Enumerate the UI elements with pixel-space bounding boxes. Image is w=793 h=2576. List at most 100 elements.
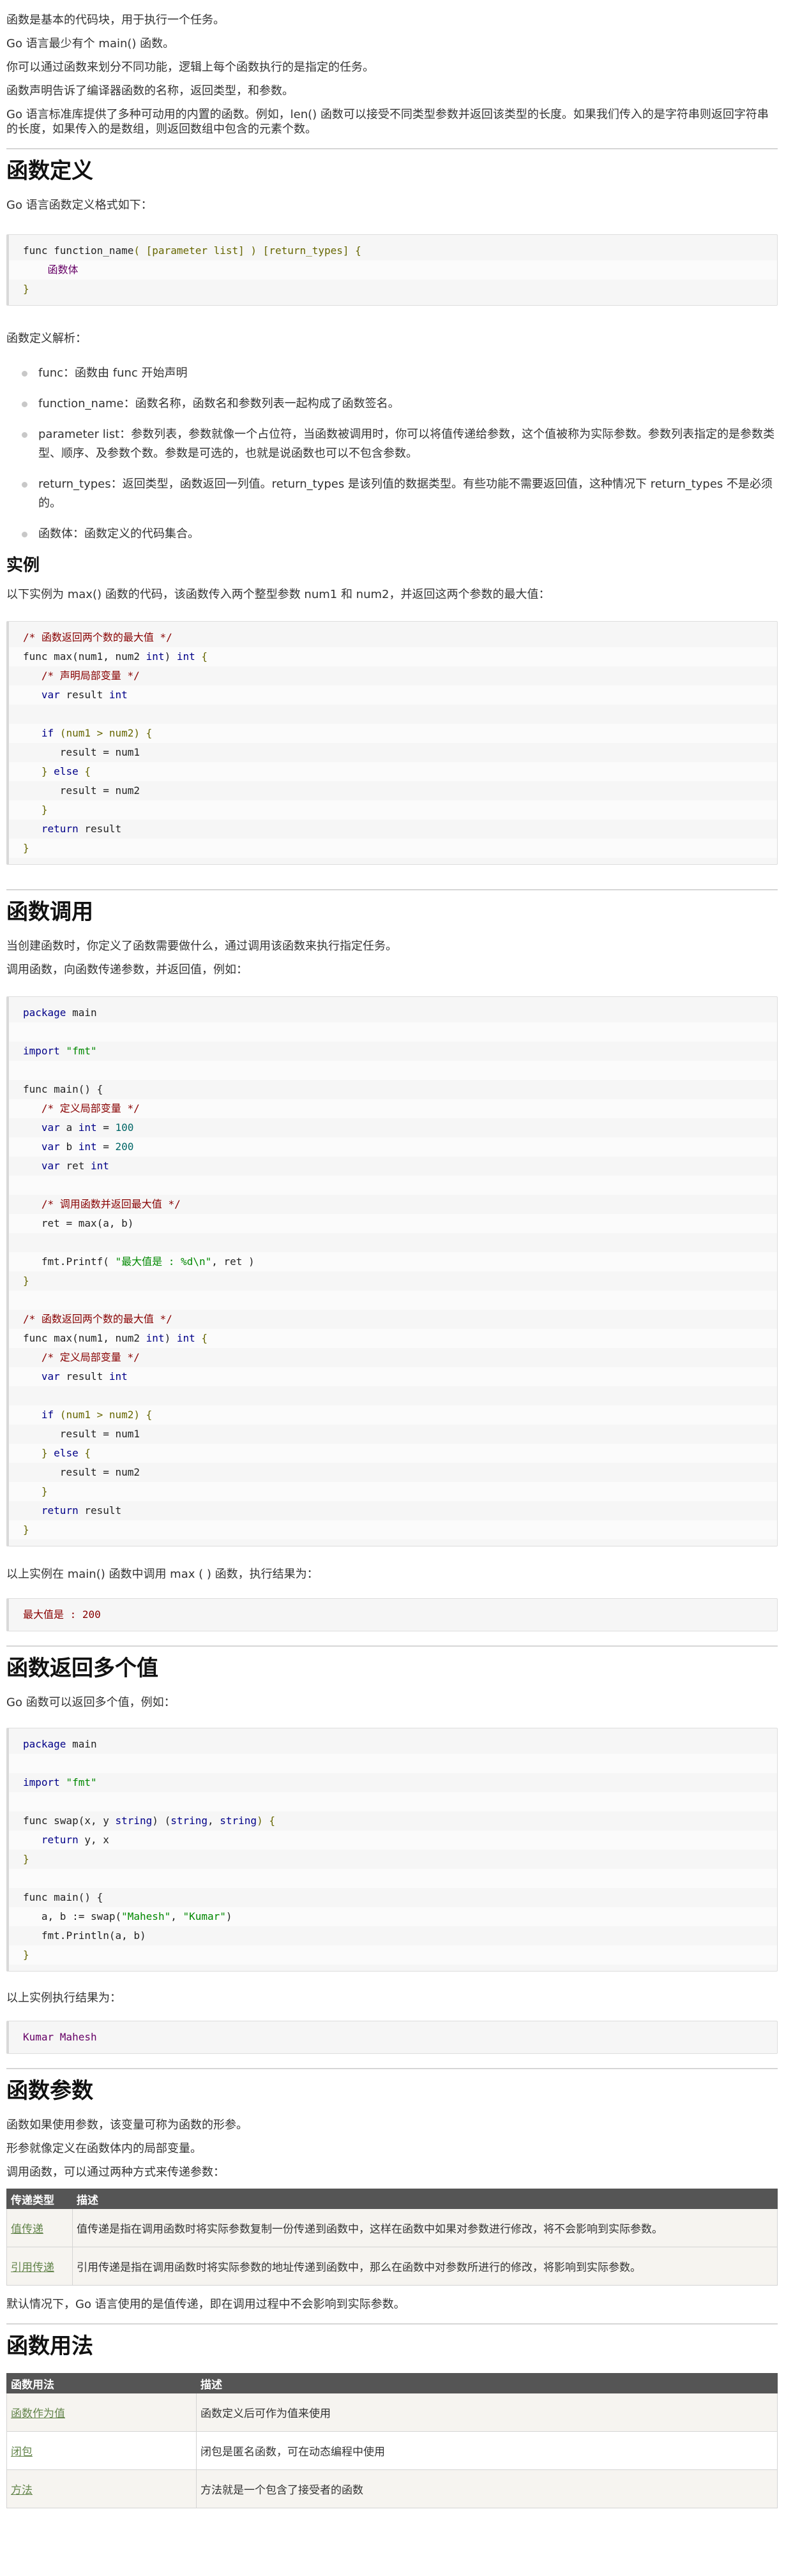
code-token: func swap(x, y [23,1815,116,1827]
code-line: func swap(x, y string) (string, string) … [9,1811,777,1831]
definition-parse-label: 函数定义解析： [6,332,87,345]
code-token: /* 函数返回两个数的最大值 */ [23,631,172,643]
code-token: string [170,1815,208,1827]
code-token: var [41,689,60,701]
output-block-multiple-returns[interactable]: Kumar Mahesh [6,2021,778,2054]
code-line: func main() { [9,1888,777,1907]
intro-paragraph: 函数声明告诉了编译器函数的名称，返回类型，和参数。 [6,84,294,98]
list-item: parameter list：参数列表，参数就像一个占位符，当函数被调用时，你可… [6,425,778,463]
code-line: func max(num1, num2 int) int { [9,1329,777,1348]
table-row: 方法 方法就是一个包含了接受者的函数 [6,2469,778,2508]
code-line: 函数体 [9,260,777,280]
code-line: /* 声明局部变量 */ [9,666,777,685]
code-token: /* 调用函数并返回最大值 */ [41,1198,181,1210]
table-row: 函数作为值 函数定义后可作为值来使用 [6,2393,778,2432]
code-line: } else { [9,762,777,781]
link-pass-by-reference[interactable]: 引用传递 [11,2261,54,2274]
code-line: var a int = 100 [9,1118,777,1137]
code-line: } [9,1271,777,1291]
code-line: /* 定义局部变量 */ [9,1099,777,1118]
params-paragraph: 形参就像定义在函数体内的局部变量。 [6,2142,202,2155]
code-line: fmt.Println(a, b) [9,1926,777,1945]
section-divider [6,2068,778,2069]
code-line: /* 调用函数并返回最大值 */ [9,1195,777,1214]
multi-result-description: 以上实例执行结果为： [6,1991,121,2005]
code-line: } [9,280,777,299]
code-token: y, x [78,1834,109,1846]
call-paragraph: 当创建函数时，你定义了函数需要做什么，通过调用该函数来执行指定任务。 [6,940,397,953]
code-token: return [41,1834,79,1846]
code-line: } [9,1945,777,1965]
section-divider [6,148,778,149]
code-token: fmt.Println(a, b) [41,1929,146,1942]
list-item: return_types：返回类型，函数返回一列值。return_types 是… [6,475,778,513]
code-token: } [41,804,48,816]
code-token: 100 [115,1121,134,1134]
table-cell: 闭包 [6,2431,197,2470]
code-token: ret = max(a, b) [41,1217,134,1229]
code-token: "fmt" [59,1776,97,1788]
code-token: } [41,1447,54,1459]
code-line: result = num2 [9,781,777,800]
code-line [9,1792,777,1811]
output-block-call[interactable]: 最大值是 : 200 [6,1598,778,1631]
code-token: "最大值是 : %d\n" [109,1255,212,1268]
table-header-cell: 函数用法 [6,2373,197,2393]
code-token: int [176,650,195,663]
code-line: if (num1 > num2) { [9,724,777,743]
code-token: } [41,1485,48,1497]
code-token: /* 函数返回两个数的最大值 */ [23,1313,172,1325]
code-token: int [109,1370,128,1382]
code-token: /* 定义局部变量 */ [41,1351,140,1363]
code-token: int [78,1121,97,1134]
link-pass-by-value[interactable]: 值传递 [11,2223,43,2236]
code-token: main [66,1738,97,1750]
code-token: 函数体 [47,264,79,276]
code-block-example[interactable]: /* 函数返回两个数的最大值 */ func max(num1, num2 in… [6,621,778,865]
code-token: return [41,1504,79,1516]
code-token: int [146,1332,165,1344]
code-line: func main() { [9,1080,777,1099]
subsection-heading-example: 实例 [6,556,40,575]
usage-table: 函数用法 描述 函数作为值 函数定义后可作为值来使用 闭包 闭包是匿名函数，可在… [6,2373,778,2508]
code-line: Kumar Mahesh [9,2028,777,2047]
section-heading-parameters: 函数参数 [6,2078,93,2104]
code-token: a, b := swap( [41,1910,122,1922]
code-line: func function_name( [parameter list] ) [… [9,241,777,260]
link-method[interactable]: 方法 [11,2484,33,2497]
code-token: result = num1 [59,746,140,758]
code-token: func function_name [23,244,134,257]
code-token: b [59,1141,79,1153]
code-block-call[interactable]: package main import "fmt" func main() { … [6,996,778,1546]
code-token: } [23,1275,29,1287]
code-token: int [78,1141,97,1153]
call-result-description: 以上实例在 main() 函数中调用 max ( ) 函数，执行结果为： [6,1568,319,1581]
article: 函数是基本的代码块，用于执行一个任务。 Go 语言最少有个 main() 函数。… [0,0,793,2508]
link-closure[interactable]: 闭包 [11,2446,33,2459]
multi-description: Go 函数可以返回多个值，例如： [6,1696,176,1709]
intro-paragraph: 你可以通过函数来划分不同功能，逻辑上每个函数执行的是指定的任务。 [6,61,374,74]
code-block-definition[interactable]: func function_name( [parameter list] ) [… [6,234,778,306]
code-token: (num1 > num2) { [54,727,153,739]
table-header-row: 传递类型 描述 [6,2189,778,2209]
link-function-as-value[interactable]: 函数作为值 [11,2408,65,2420]
section-divider [6,1645,778,1647]
code-token: (num1 > num2) { [54,1409,153,1421]
code-line: package main [9,1735,777,1754]
code-token: result = num2 [59,784,140,797]
code-token: } [23,283,29,295]
code-line: ret = max(a, b) [9,1214,777,1233]
code-line: if (num1 > num2) { [9,1405,777,1425]
code-token: , [170,1910,183,1922]
code-line: } [9,1850,777,1869]
code-token: result [59,1370,109,1382]
code-line: } [9,800,777,820]
code-token: result = num1 [59,1428,140,1440]
code-token: import [23,1776,60,1788]
code-token: int [176,1332,195,1344]
code-token: func main() { [23,1083,103,1095]
intro-paragraph: Go 语言标准库提供了多种可动用的内置的函数。例如，len() 函数可以接受不同… [6,108,769,136]
code-block-multiple-returns[interactable]: package main import "fmt" func swap(x, y… [6,1728,778,1972]
list-item: func：函数由 func 开始声明 [6,364,778,383]
code-line: } [9,839,777,858]
